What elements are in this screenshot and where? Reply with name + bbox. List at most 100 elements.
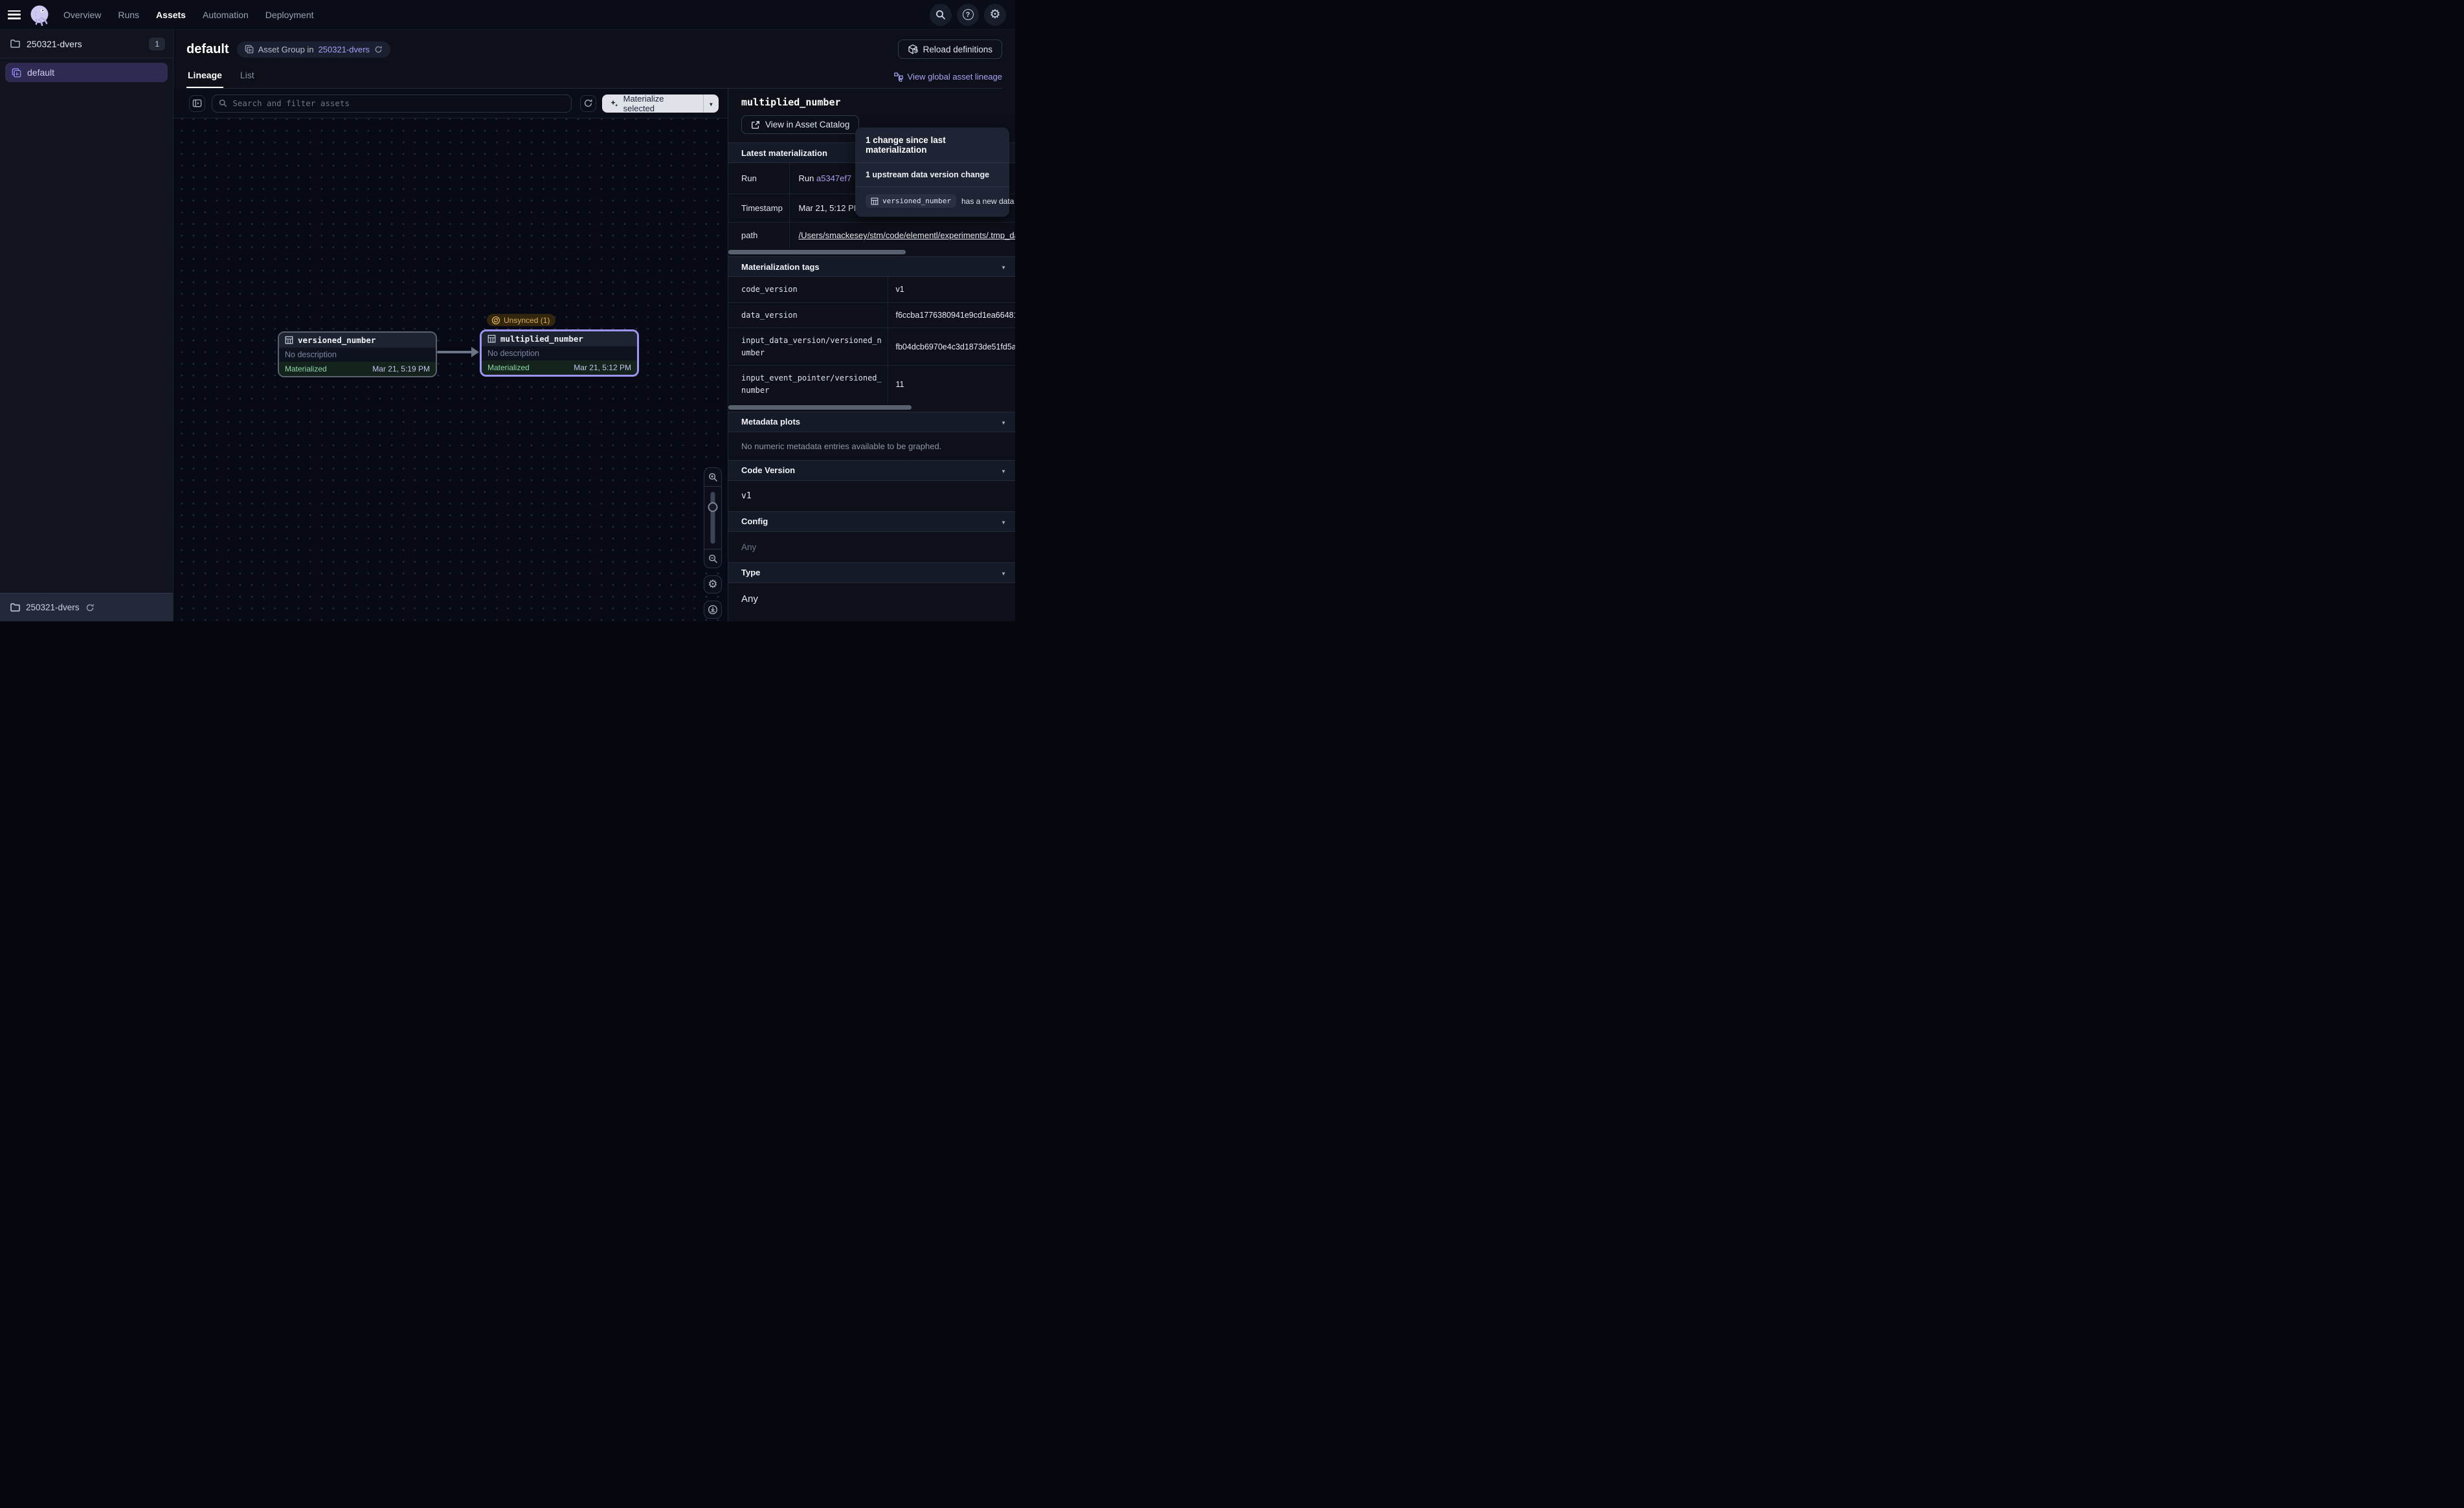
table-row: path /Users/smackesey/stm/code/elementl/… <box>728 223 1015 249</box>
reload-definitions-button[interactable]: Reload definitions <box>898 39 1002 59</box>
download-icon <box>708 604 718 615</box>
refresh-icon[interactable] <box>85 603 95 612</box>
graph-zoom-controls <box>704 467 722 619</box>
external-link-icon <box>751 120 760 129</box>
view-global-asset-lineage-label: View global asset lineage <box>908 72 1002 82</box>
view-in-asset-catalog-button[interactable]: View in Asset Catalog <box>741 115 859 134</box>
unsynced-badge-label: Unsynced (1) <box>504 316 550 325</box>
lineage-icon <box>894 72 903 82</box>
refresh-icon[interactable] <box>374 45 383 54</box>
toggle-panel-button[interactable] <box>189 95 205 112</box>
panel-expand-icon <box>192 98 202 108</box>
app-window: Overview Runs Assets Automation Deployme… <box>0 0 1015 621</box>
materialize-selected-button[interactable]: Materialize selected <box>602 94 703 113</box>
row-key: Run <box>728 163 789 194</box>
asset-detail-title: multiplied_number <box>741 96 1002 108</box>
gear-icon <box>989 8 1000 21</box>
search-button[interactable] <box>930 4 952 26</box>
chevron-down-icon <box>1001 567 1006 579</box>
nav-item-automation[interactable]: Automation <box>203 10 249 20</box>
view-in-asset-catalog-label: View in Asset Catalog <box>765 120 849 129</box>
nav-item-assets[interactable]: Assets <box>156 10 186 20</box>
asset-node-multiplied-number[interactable]: multiplied_number No description Materia… <box>480 329 639 377</box>
zoom-slider[interactable] <box>704 487 721 549</box>
tag-key: data_version <box>728 302 888 328</box>
asset-group-icon <box>245 45 254 54</box>
sparkle-icon <box>610 99 619 108</box>
section-label: Metadata plots <box>741 417 800 427</box>
asset-node-status: Materialized <box>487 363 530 372</box>
section-label: Code Version <box>741 465 795 475</box>
zoom-out-icon <box>708 554 718 564</box>
asset-node-versioned-number[interactable]: versioned_number No description Material… <box>278 331 437 377</box>
search-icon <box>935 10 946 20</box>
tab-lineage[interactable]: Lineage <box>186 65 223 88</box>
section-materialization-tags[interactable]: Materialization tags <box>728 256 1015 277</box>
horizontal-scrollbar[interactable] <box>728 405 912 410</box>
search-input[interactable] <box>232 98 564 108</box>
metadata-plots-empty-text: No numeric metadata entries available to… <box>728 432 1015 460</box>
sidebar-item-label: default <box>27 67 54 78</box>
graph-toolbar: Materialize selected <box>174 89 728 118</box>
help-icon <box>963 9 974 20</box>
materialize-selected-label: Materialize selected <box>623 94 695 113</box>
reload-cube-icon <box>908 44 918 54</box>
folder-icon <box>10 603 20 612</box>
settings-button[interactable] <box>984 4 1006 26</box>
view-global-asset-lineage-link[interactable]: View global asset lineage <box>894 72 1002 88</box>
path-link[interactable]: /Users/smackesey/stm/code/elementl/exper… <box>799 230 1016 240</box>
sidebar-item-default[interactable]: default <box>5 63 168 82</box>
tag-value: f6ccba1776380941e9cd1ea66481d <box>888 302 1015 328</box>
change-tooltip: 1 change since last materialization 1 up… <box>855 128 1009 217</box>
nav-item-runs[interactable]: Runs <box>118 10 139 20</box>
dagster-logo-icon[interactable] <box>28 4 50 26</box>
materialize-dropdown-button[interactable] <box>704 94 719 113</box>
sidebar-list: default <box>0 58 173 593</box>
zoom-in-icon <box>708 472 718 482</box>
chevron-down-icon <box>1001 416 1006 428</box>
nav-item-deployment[interactable]: Deployment <box>265 10 314 20</box>
tag-key: code_version <box>728 277 888 302</box>
chevron-down-icon <box>1001 516 1006 527</box>
asset-node-title: multiplied_number <box>500 334 583 344</box>
zoom-out-button[interactable] <box>704 549 721 568</box>
row-key: path <box>728 223 789 249</box>
run-id-link[interactable]: a5347ef7 <box>816 173 851 183</box>
sidebar-group-header[interactable]: 250321-dvers 1 <box>0 30 173 58</box>
config-value: Any <box>728 532 1015 562</box>
tooltip-asset-pill[interactable]: versioned_number <box>866 194 956 208</box>
horizontal-scrollbar[interactable] <box>728 250 906 254</box>
table-row: input_data_version/versioned_number fb04… <box>728 328 1015 366</box>
zoom-in-button[interactable] <box>704 468 721 486</box>
main-nav: Overview Runs Assets Automation Deployme… <box>63 10 314 20</box>
tag-key: input_event_pointer/versioned_number <box>728 366 888 403</box>
hamburger-menu-icon[interactable] <box>8 10 21 19</box>
section-config[interactable]: Config <box>728 511 1015 532</box>
timestamp-value: Mar 21, 5:12 PM <box>799 203 861 213</box>
refresh-graph-button[interactable] <box>580 95 596 112</box>
graph-unsynced-badge[interactable]: Unsynced (1) <box>487 314 555 328</box>
graph-settings-button[interactable] <box>704 575 722 593</box>
lineage-graph-canvas[interactable]: Unsynced (1) versioned_numb <box>174 118 728 621</box>
section-code-version[interactable]: Code Version <box>728 460 1015 481</box>
asset-group-badge-link[interactable]: 250321-dvers <box>319 45 370 54</box>
tag-value: 11 <box>888 366 1015 403</box>
materialization-tags-table: code_version v1 data_version f6ccba17763… <box>728 277 1015 403</box>
folder-icon <box>10 39 20 48</box>
zoom-slider-knob[interactable] <box>708 502 718 512</box>
tab-list[interactable]: List <box>239 65 256 88</box>
main-content: default Asset Group in 250321-dvers Relo… <box>174 30 1015 621</box>
sidebar-footer[interactable]: 250321-dvers <box>0 593 173 621</box>
help-button[interactable] <box>957 4 979 26</box>
nav-item-overview[interactable]: Overview <box>63 10 101 20</box>
download-image-button[interactable] <box>704 601 722 619</box>
refresh-icon <box>583 98 593 108</box>
tooltip-title: 1 change since last materialization <box>855 128 1009 163</box>
section-metadata-plots[interactable]: Metadata plots <box>728 412 1015 432</box>
asset-node-timestamp: Mar 21, 5:12 PM <box>574 363 631 372</box>
search-icon <box>219 99 227 107</box>
tag-value: v1 <box>888 277 1015 302</box>
asset-search-box <box>212 94 571 113</box>
section-type[interactable]: Type <box>728 562 1015 583</box>
sidebar-footer-location: 250321-dvers <box>26 603 80 612</box>
